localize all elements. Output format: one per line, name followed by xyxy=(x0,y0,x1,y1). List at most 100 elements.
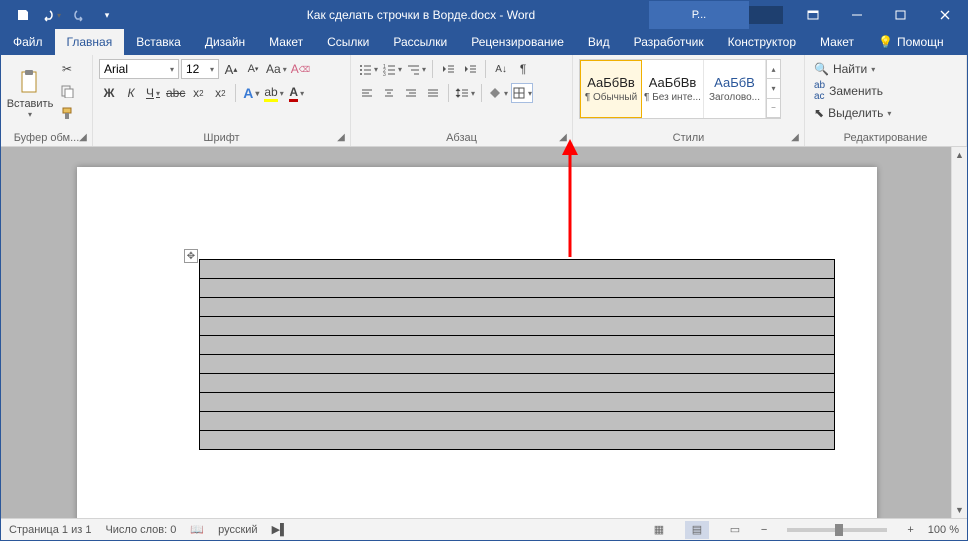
qat-customize-icon[interactable]: ▾ xyxy=(95,3,119,27)
table-move-handle[interactable]: ✥ xyxy=(184,249,198,263)
share-button[interactable] xyxy=(956,29,968,55)
style-normal[interactable]: АаБбВв ¶ Обычный xyxy=(580,60,642,118)
shading-icon[interactable] xyxy=(487,83,509,103)
group-editing-label: Редактирование xyxy=(811,130,960,146)
bold-button[interactable]: Ж xyxy=(99,83,119,103)
find-button[interactable]: 🔍 Найти ▾ xyxy=(811,59,894,79)
align-right-icon[interactable] xyxy=(401,83,421,103)
spellcheck-icon[interactable]: 📖 xyxy=(190,523,204,536)
ribbon: Вставить ▾ ✂ Буфер обм... ◢ Arial▾ 12▾ xyxy=(1,55,967,147)
status-words[interactable]: Число слов: 0 xyxy=(105,524,176,536)
table-row[interactable] xyxy=(200,412,835,431)
zoom-slider[interactable] xyxy=(787,528,887,532)
font-size-combo[interactable]: 12▾ xyxy=(181,59,219,79)
table-row[interactable] xyxy=(200,355,835,374)
text-effects-icon[interactable]: A xyxy=(241,83,261,103)
strike-button[interactable]: abc xyxy=(165,83,186,103)
style-no-spacing[interactable]: АаБбВв ¶ Без инте... xyxy=(642,60,704,118)
zoom-level[interactable]: 100 % xyxy=(928,524,959,536)
macro-icon[interactable]: ▶▌ xyxy=(272,523,288,536)
maximize-icon[interactable] xyxy=(879,1,923,29)
shrink-font-icon[interactable]: A▾ xyxy=(243,59,263,79)
align-left-icon[interactable] xyxy=(357,83,377,103)
clear-format-icon[interactable]: A⌫ xyxy=(290,59,311,79)
close-icon[interactable] xyxy=(923,1,967,29)
cut-icon[interactable]: ✂ xyxy=(57,59,77,79)
font-name-combo[interactable]: Arial▾ xyxy=(99,59,179,79)
show-marks-icon[interactable]: ¶ xyxy=(513,59,533,79)
read-mode-icon[interactable]: ▦ xyxy=(647,521,671,539)
justify-icon[interactable] xyxy=(423,83,443,103)
clipboard-launcher[interactable]: ◢ xyxy=(76,130,90,144)
save-icon[interactable] xyxy=(11,3,35,27)
tab-references[interactable]: Ссылки xyxy=(315,29,381,55)
superscript-icon[interactable]: x2 xyxy=(210,83,230,103)
tab-home[interactable]: Главная xyxy=(55,29,125,55)
tab-view[interactable]: Вид xyxy=(576,29,622,55)
zoom-in-icon[interactable]: + xyxy=(907,524,913,536)
underline-button[interactable]: Ч xyxy=(143,83,163,103)
table-row[interactable] xyxy=(200,298,835,317)
grow-font-icon[interactable]: A▴ xyxy=(221,59,241,79)
table-row[interactable] xyxy=(200,317,835,336)
style-heading1[interactable]: АаБбВ Заголово... xyxy=(704,60,766,118)
status-language[interactable]: русский xyxy=(218,524,257,536)
style-gallery-expand[interactable]: ▴▾⎯ xyxy=(766,60,780,118)
increase-indent-icon[interactable] xyxy=(460,59,480,79)
table-row[interactable] xyxy=(200,260,835,279)
tab-design[interactable]: Дизайн xyxy=(193,29,257,55)
tab-review[interactable]: Рецензирование xyxy=(459,29,576,55)
font-launcher[interactable]: ◢ xyxy=(334,130,348,144)
tab-insert[interactable]: Вставка xyxy=(124,29,193,55)
status-page[interactable]: Страница 1 из 1 xyxy=(9,524,91,536)
select-button[interactable]: ⬉ Выделить ▾ xyxy=(811,103,894,123)
group-paragraph-label: Абзац xyxy=(357,130,566,146)
borders-icon[interactable] xyxy=(511,83,533,103)
scroll-up-icon[interactable]: ▲ xyxy=(952,147,967,163)
context-tab-header: Р... xyxy=(649,1,749,29)
scroll-down-icon[interactable]: ▼ xyxy=(952,502,967,518)
table-row[interactable] xyxy=(200,336,835,355)
tab-table-design[interactable]: Конструктор xyxy=(716,29,808,55)
paragraph-launcher[interactable]: ◢ xyxy=(556,130,570,144)
table-row[interactable] xyxy=(200,374,835,393)
bullets-icon[interactable] xyxy=(357,59,379,79)
change-case-icon[interactable]: Aa xyxy=(265,59,288,79)
replace-button[interactable]: abac Заменить xyxy=(811,81,894,101)
italic-button[interactable]: К xyxy=(121,83,141,103)
group-editing: 🔍 Найти ▾ abac Заменить ⬉ Выделить ▾ Ред… xyxy=(805,55,967,146)
highlight-icon[interactable]: ab xyxy=(263,83,284,103)
format-painter-icon[interactable] xyxy=(57,103,77,123)
vertical-scrollbar[interactable]: ▲ ▼ xyxy=(951,147,967,518)
paste-button[interactable]: Вставить ▾ xyxy=(7,59,53,127)
styles-launcher[interactable]: ◢ xyxy=(788,130,802,144)
numbering-icon[interactable]: 123 xyxy=(381,59,403,79)
font-color-icon[interactable]: A xyxy=(287,83,307,103)
table-row[interactable] xyxy=(200,431,835,450)
redo-icon[interactable] xyxy=(67,3,91,27)
tab-mailings[interactable]: Рассылки xyxy=(381,29,459,55)
undo-icon[interactable] xyxy=(39,3,63,27)
web-layout-icon[interactable]: ▭ xyxy=(723,521,747,539)
line-spacing-icon[interactable] xyxy=(454,83,476,103)
title-bar: ▾ Как сделать строчки в Ворде.docx - Wor… xyxy=(1,1,967,29)
ribbon-options-icon[interactable] xyxy=(791,1,835,29)
minimize-icon[interactable] xyxy=(835,1,879,29)
tab-layout[interactable]: Макет xyxy=(257,29,315,55)
document-table[interactable] xyxy=(199,259,835,450)
subscript-icon[interactable]: x2 xyxy=(188,83,208,103)
sort-icon[interactable]: A↓ xyxy=(491,59,511,79)
copy-icon[interactable] xyxy=(57,81,77,101)
group-styles: АаБбВв ¶ Обычный АаБбВв ¶ Без инте... Аа… xyxy=(573,55,805,146)
tell-me[interactable]: 💡 Помощн xyxy=(866,29,956,55)
print-layout-icon[interactable]: ▤ xyxy=(685,521,709,539)
align-center-icon[interactable] xyxy=(379,83,399,103)
tab-developer[interactable]: Разработчик xyxy=(622,29,716,55)
tab-table-layout[interactable]: Макет xyxy=(808,29,866,55)
zoom-out-icon[interactable]: − xyxy=(761,524,767,536)
multilevel-icon[interactable] xyxy=(405,59,427,79)
tab-file[interactable]: Файл xyxy=(1,29,55,55)
table-row[interactable] xyxy=(200,279,835,298)
decrease-indent-icon[interactable] xyxy=(438,59,458,79)
table-row[interactable] xyxy=(200,393,835,412)
